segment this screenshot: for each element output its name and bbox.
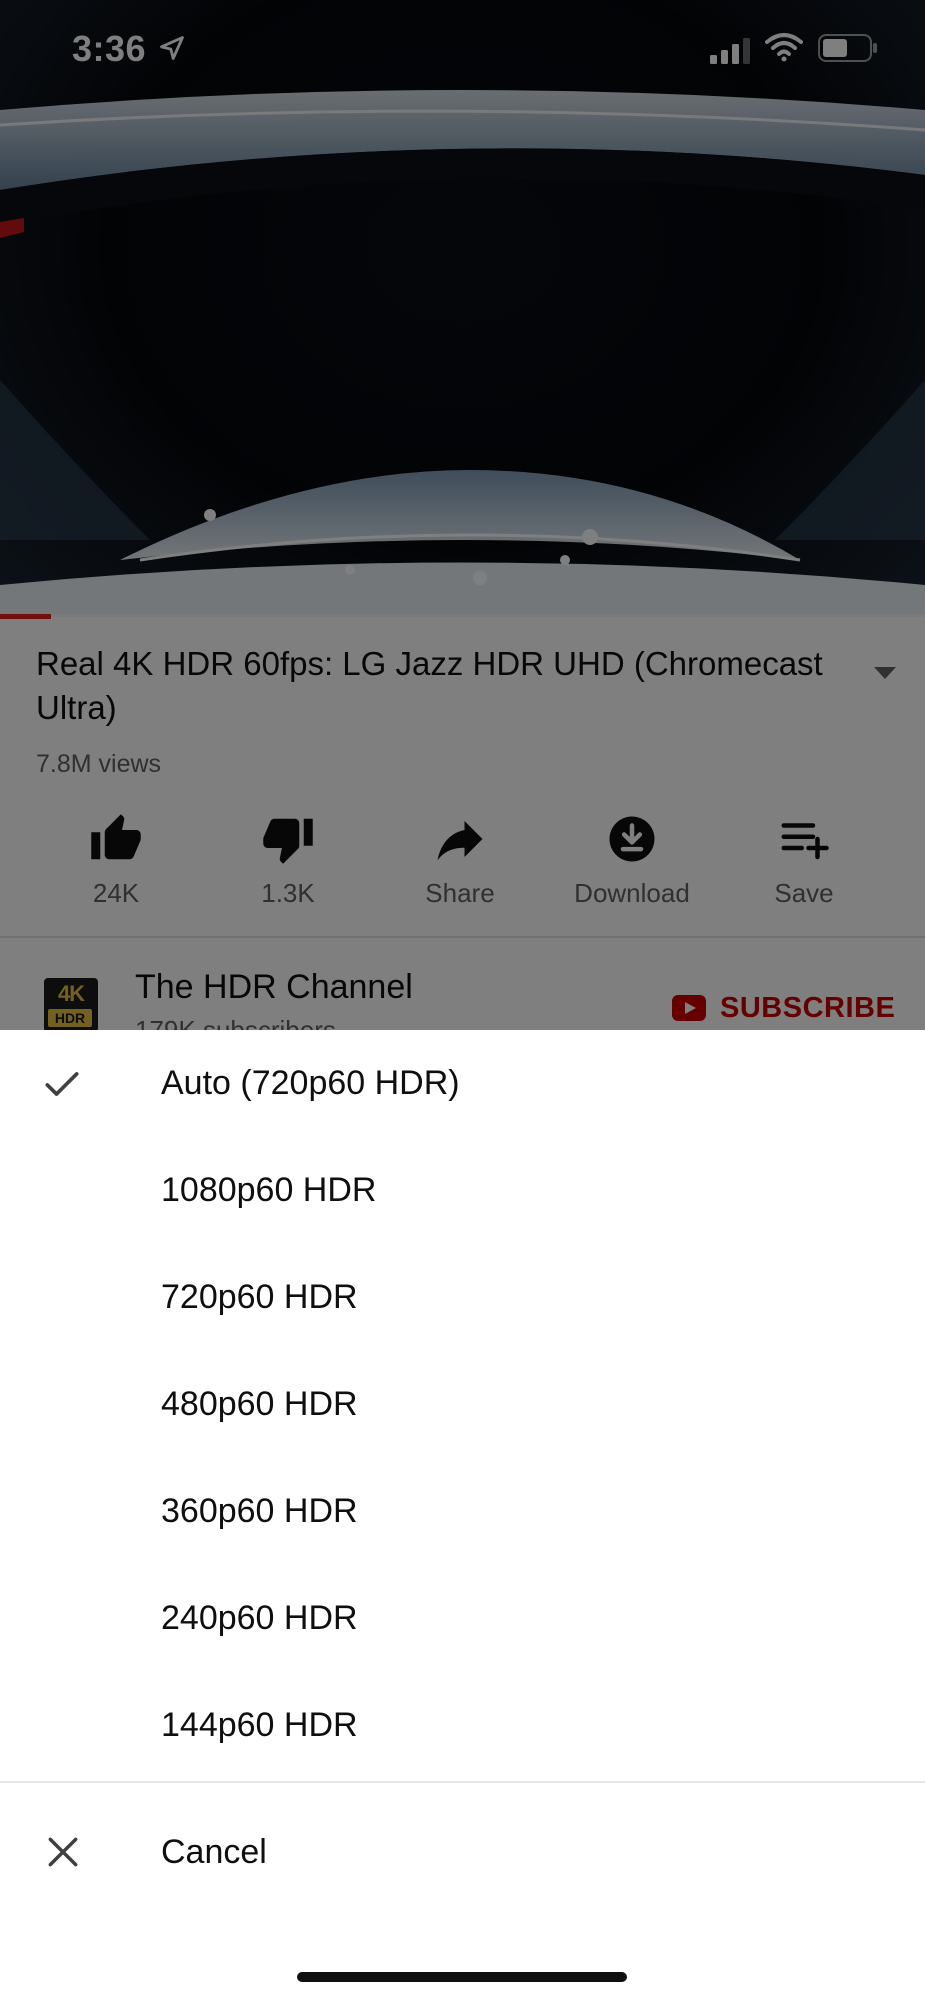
quality-option-label: 360p60 HDR (161, 1492, 358, 1530)
watch-page: 3:36 Real 4K (0, 0, 925, 1030)
quality-option-240p60[interactable]: 240p60 HDR (0, 1565, 925, 1672)
quality-sheet: Auto (720p60 HDR) 1080p60 HDR 720p60 HDR… (0, 1030, 925, 2000)
quality-option-720p60[interactable]: 720p60 HDR (0, 1244, 925, 1351)
quality-option-360p60[interactable]: 360p60 HDR (0, 1458, 925, 1565)
home-indicator[interactable] (297, 1972, 627, 1982)
quality-option-1080p60[interactable]: 1080p60 HDR (0, 1137, 925, 1244)
close-icon (48, 1837, 78, 1867)
divider (0, 1781, 925, 1783)
quality-option-label: 144p60 HDR (161, 1706, 358, 1744)
quality-option-144p60[interactable]: 144p60 HDR (0, 1672, 925, 1779)
quality-option-label: 720p60 HDR (161, 1278, 358, 1316)
quality-option-label: Auto (720p60 HDR) (161, 1064, 460, 1102)
quality-option-label: 480p60 HDR (161, 1385, 358, 1423)
quality-option-auto[interactable]: Auto (720p60 HDR) (0, 1030, 925, 1137)
cancel-button[interactable]: Cancel (0, 1785, 925, 1925)
cancel-label: Cancel (161, 1833, 267, 1871)
modal-scrim[interactable] (0, 0, 925, 1030)
quality-option-label: 240p60 HDR (161, 1599, 358, 1637)
quality-option-label: 1080p60 HDR (161, 1171, 377, 1209)
quality-option-480p60[interactable]: 480p60 HDR (0, 1351, 925, 1458)
check-icon (45, 1072, 79, 1096)
